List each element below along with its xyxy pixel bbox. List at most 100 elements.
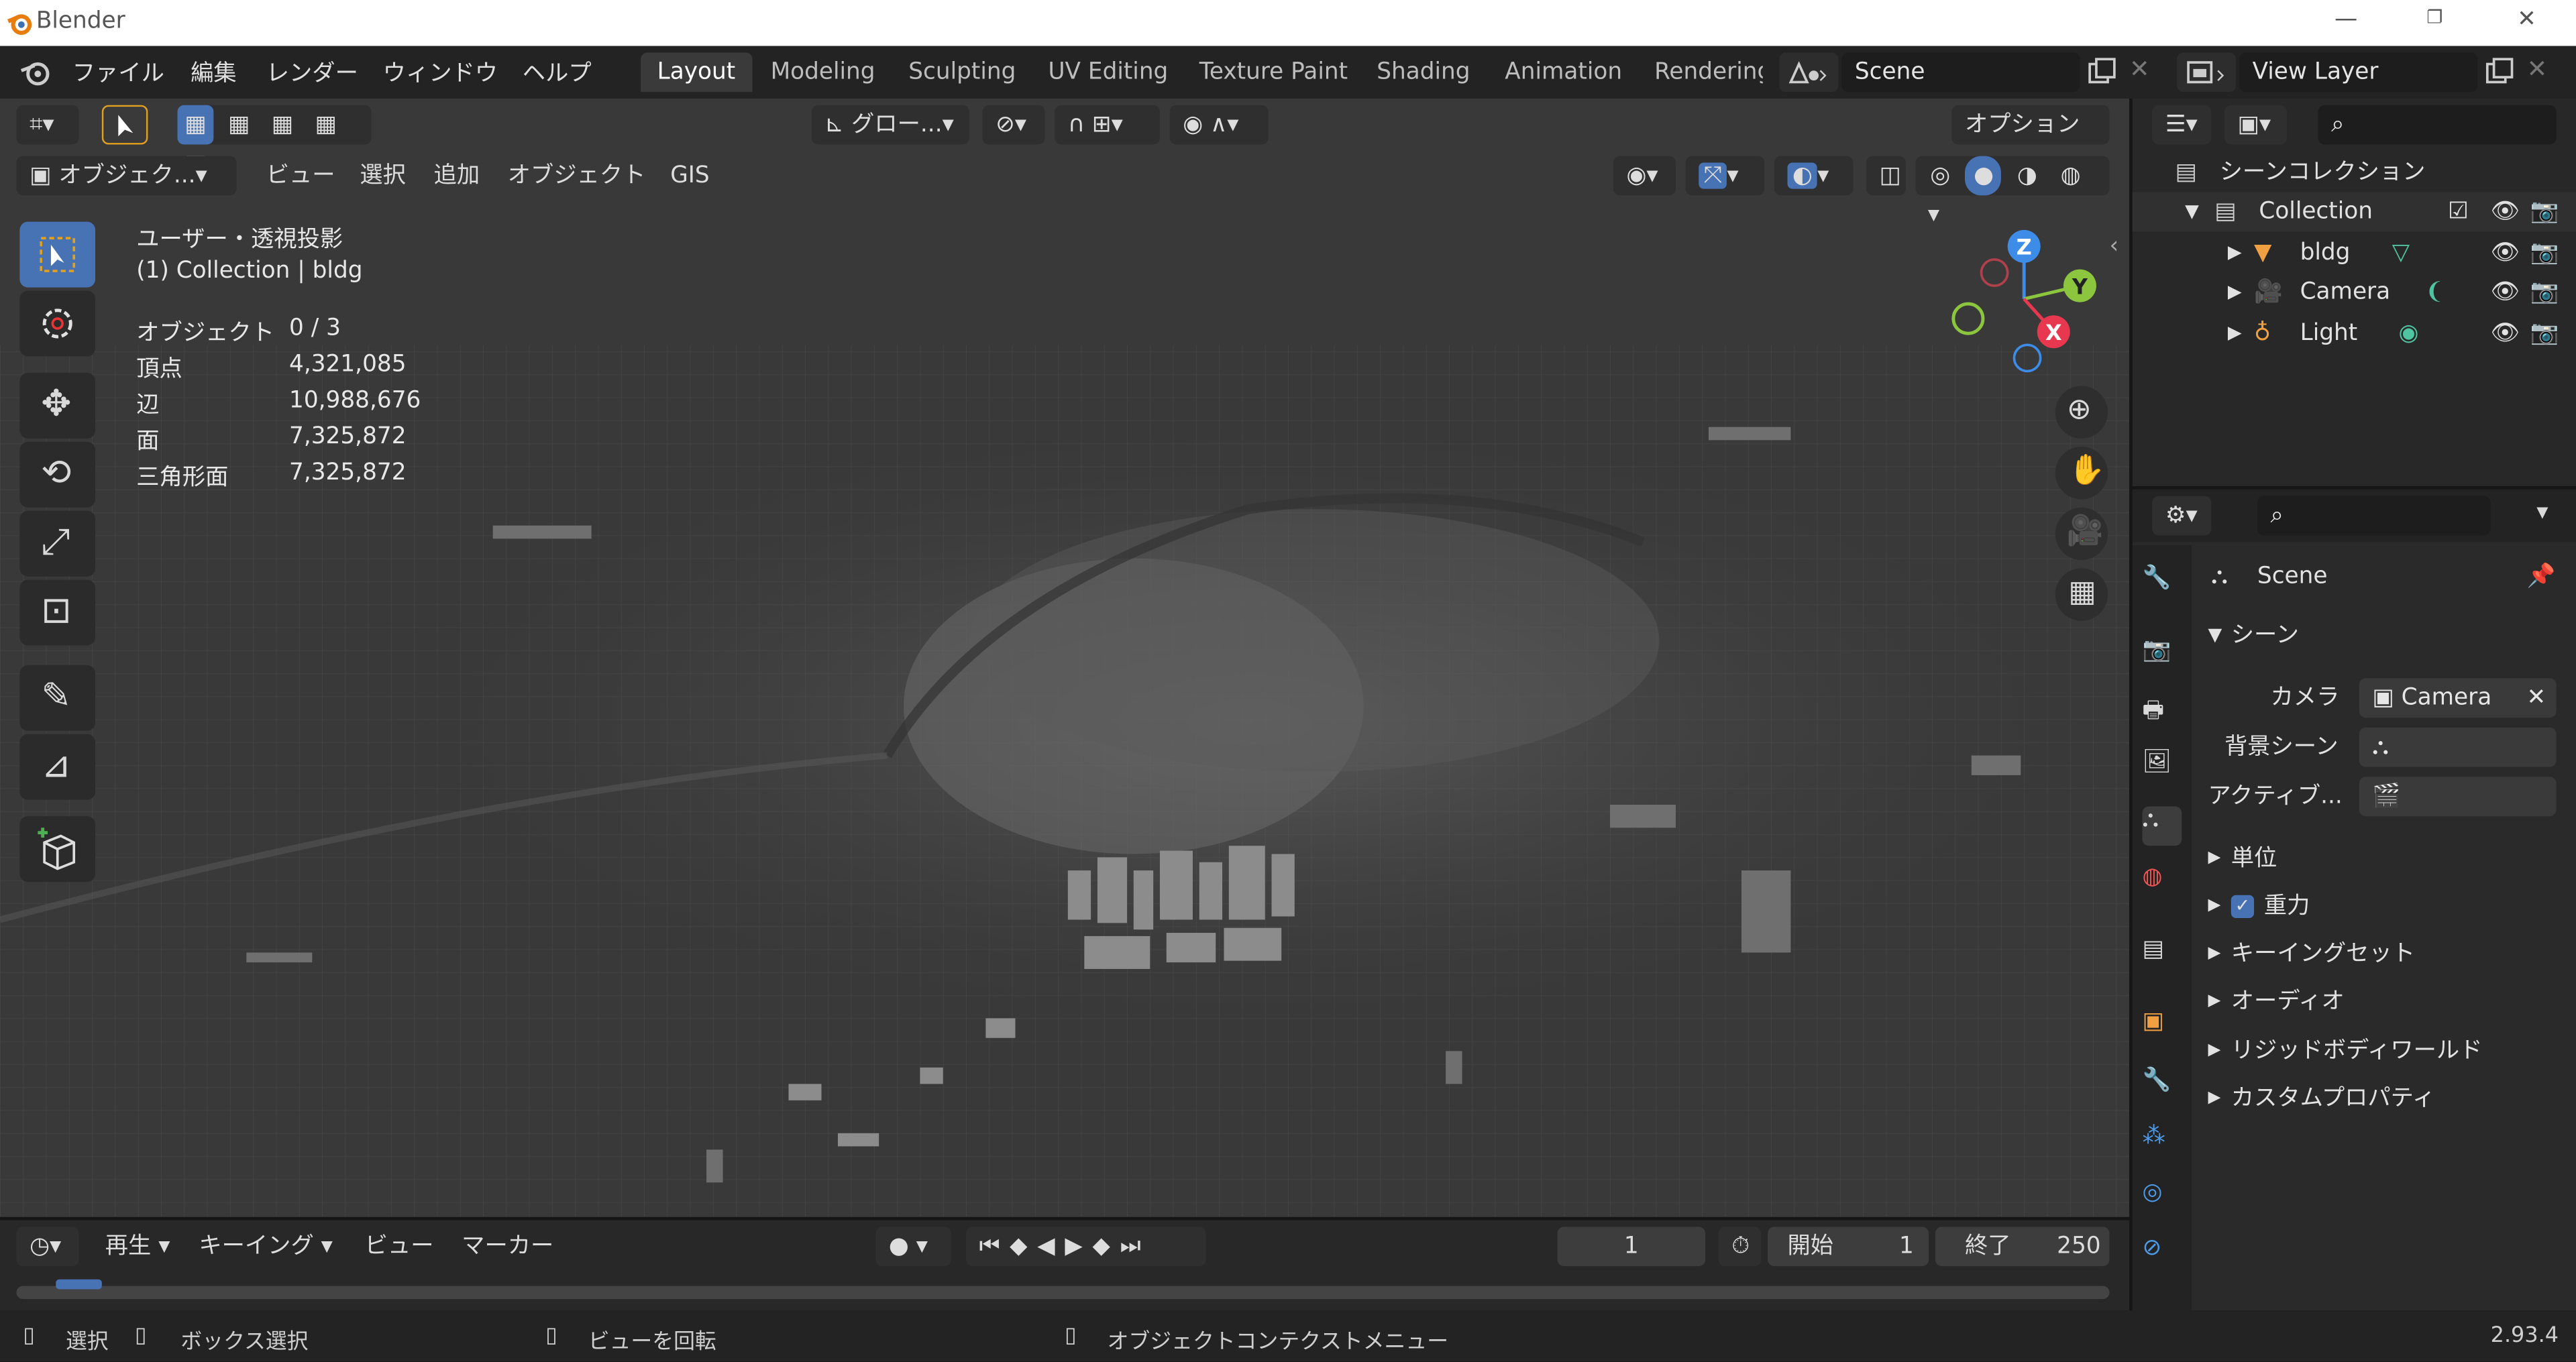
wireframe-shading-icon[interactable]: ◎ [1922,156,1958,196]
blender-menu-icon[interactable] [19,58,52,87]
expand-arrow-icon[interactable]: ▼ [2185,192,2199,232]
tab-tool[interactable]: 🔧 [2142,565,2182,604]
tree-collection[interactable]: ▼ ▤ Collection ☑ 👁 📷 [2132,192,2576,232]
current-frame-indicator[interactable] [56,1279,102,1290]
tab-particles[interactable]: ⁂ [2142,1123,2182,1163]
tab-output[interactable]: 🖶 [2142,693,2182,732]
expand-arrow-icon[interactable]: ▶ [2228,314,2242,353]
view-layer-name-field[interactable]: View Layer [2239,52,2478,93]
xray-toggle[interactable]: ◫ [1866,156,1906,196]
menu-marker[interactable]: マーカー [462,1227,553,1266]
tool-measure[interactable]: ⊿ [19,734,96,800]
menu-help[interactable]: ヘルプ [523,56,592,89]
playback-controls[interactable]: ⏮◆◀▶◆⏭ [966,1227,1206,1267]
camera-field[interactable]: ▣ Camera ✕ [2359,678,2557,718]
tab-scene[interactable]: ⛬ [2142,806,2182,846]
background-scene-field[interactable]: ⛬ [2359,727,2557,767]
select-mode-tool-button[interactable] [101,105,148,145]
pin-icon[interactable]: 📌 [2527,555,2556,598]
camera-view-button[interactable]: 🎥 [2055,507,2108,561]
pivot-point-dropdown[interactable]: ⊘▾ [982,105,1045,145]
properties-search-input[interactable]: ⌕ [2257,496,2491,536]
select-new-icon[interactable]: ▦ [177,105,214,145]
tab-collection[interactable]: ▤ [2142,936,2182,976]
selection-mode-buttons[interactable]: ▦ ▦ ▦ ▦ ▦ [177,105,372,177]
tree-item-camera[interactable]: ▶ 🎥 Camera ❨ 👁 📷 [2133,273,2576,313]
tab-modifiers[interactable]: 🔧 [2142,1068,2182,1107]
panel-gravity[interactable]: ▶ ✓ 重力 [2198,885,2563,928]
properties-options-chevron-icon[interactable]: ▾ [2536,499,2548,525]
editor-type-button[interactable]: ⌗▾ [16,105,79,145]
panel-scene-header[interactable]: ▼ シーン [2198,614,2563,657]
expand-arrow-icon[interactable]: ▶ [2208,1030,2220,1073]
collapse-arrow-icon[interactable]: ▼ [2208,614,2222,657]
tab-sculpting[interactable]: Sculpting [892,52,1032,92]
rendered-shading-icon[interactable]: ◍ [2053,156,2089,196]
new-view-layer-icon[interactable] [2482,56,2515,89]
menu-window[interactable]: ウィンドウ [383,56,498,89]
scene-selector-button[interactable] [1779,52,1839,93]
frame-start-field[interactable]: 開始 1 [1768,1227,1929,1267]
3d-viewport[interactable]: ⌗▾ ▦ ▦ ▦ ▦ ▦ ⊾ グロー...▾ ⊘▾ ∩ ⊞▾ ◉ ∧▾ オプショ… [0,98,2129,1217]
panel-units[interactable]: ▶ 単位 [2198,838,2563,881]
solid-shading-icon[interactable]: ● [1966,156,2002,196]
active-clip-field[interactable]: 🎬 [2359,777,2557,817]
prev-keyframe-icon[interactable]: ◆ [1010,1233,1037,1259]
navigation-gizmo[interactable]: Z Y X [1939,227,2103,378]
jump-end-icon[interactable]: ⏭ [1120,1233,1151,1259]
zoom-button[interactable]: ⊕ [2055,386,2108,439]
expand-arrow-icon[interactable]: ▶ [2208,980,2220,1023]
expand-arrow-icon[interactable]: ▶ [2208,933,2220,976]
eye-icon[interactable]: 👁 [2491,314,2520,353]
next-keyframe-icon[interactable]: ◆ [1092,1233,1120,1259]
timeline-scrollbar[interactable] [16,1286,2110,1300]
timeline-editor-type-button[interactable]: ◷▾ [16,1227,79,1267]
menu-view[interactable]: ビュー [266,156,335,196]
tool-scale[interactable]: ⤢ [19,510,96,577]
eye-icon[interactable]: 👁 [2491,233,2520,273]
tool-cursor[interactable] [19,290,96,357]
tab-world[interactable]: ◍ [2142,864,2182,903]
new-scene-icon[interactable] [2085,56,2118,89]
current-frame-field[interactable]: 1 [1557,1227,1706,1267]
clear-camera-icon[interactable]: ✕ [2527,678,2546,718]
tool-move[interactable]: ✥ [19,372,96,439]
tree-item-bldg[interactable]: ▶ ▼ bldg ▽ 👁 📷 [2133,233,2576,273]
render-camera-icon[interactable]: 📷 [2530,273,2559,313]
mode-dropdown[interactable]: ▣ オブジェク...▾ [16,156,237,196]
jump-start-icon[interactable]: ⏮ [979,1233,1010,1259]
gravity-checkbox[interactable]: ✓ [2231,895,2255,918]
tool-add-cube[interactable] [19,816,96,883]
menu-render[interactable]: レンダー [266,56,358,89]
minimize-button[interactable]: — [2330,7,2363,33]
tool-transform[interactable]: ⊡ [19,579,96,646]
menu-keying[interactable]: キーイング ▾ [199,1227,333,1266]
tab-modeling[interactable]: Modeling [754,52,892,92]
menu-playback[interactable]: 再生 ▾ [105,1227,170,1266]
menu-edit[interactable]: 編集 [191,56,237,89]
panel-keying-sets[interactable]: ▶ キーイングセット [2198,933,2563,976]
tab-shading[interactable]: Shading [1360,52,1487,92]
tab-texture-paint[interactable]: Texture Paint [1183,52,1364,92]
expand-arrow-icon[interactable]: ▶ [2208,1078,2220,1121]
tool-select-box[interactable] [19,221,96,288]
expand-arrow-icon[interactable]: ▶ [2228,233,2242,273]
menu-object[interactable]: オブジェクト [508,156,646,196]
tool-rotate[interactable]: ⟲ [19,441,96,508]
overlay-toggle[interactable]: ◐ ▾ [1774,156,1854,196]
transform-orientation-dropdown[interactable]: ⊾ グロー...▾ [811,105,969,145]
eye-icon[interactable]: 👁 [2491,273,2520,313]
gizmo-toggle[interactable]: ⤧ ▾ [1685,156,1765,196]
panel-custom-properties[interactable]: ▶ カスタムプロパティ [2198,1078,2563,1121]
tool-annotate[interactable]: ✎ [19,665,96,731]
tab-animation[interactable]: Animation [1489,52,1639,92]
tab-physics[interactable]: ◎ [2142,1179,2182,1218]
panel-rigid-body-world[interactable]: ▶ リジッドボディワールド [2198,1030,2563,1073]
restore-button[interactable]: ❐ [2418,7,2451,28]
scene-name-field[interactable]: Scene [1841,52,2080,93]
frame-end-field[interactable]: 終了 250 [1935,1227,2110,1267]
expand-arrow-icon[interactable]: ▶ [2208,885,2220,928]
tree-scene-collection[interactable]: ▤ シーンコレクション [2133,153,2576,192]
pan-button[interactable]: ✋ [2055,447,2108,500]
tab-rendering[interactable]: Rendering [1638,52,1763,92]
